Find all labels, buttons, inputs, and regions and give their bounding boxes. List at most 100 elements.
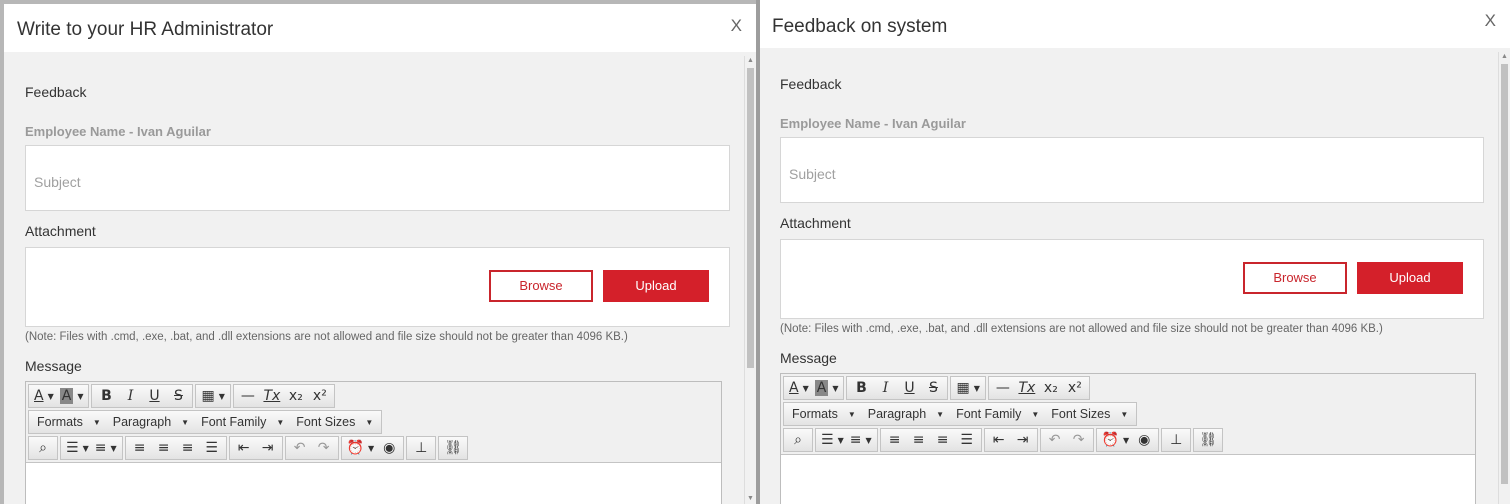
align-center-icon[interactable]: ≡ bbox=[152, 437, 176, 459]
toolbar-row-2: Formats Paragraph Font Family Font Sizes bbox=[28, 410, 383, 434]
undo-icon[interactable]: ↶ bbox=[288, 437, 312, 459]
subscript-icon[interactable]: x₂ bbox=[284, 385, 308, 407]
subject-input[interactable]: Subject bbox=[780, 137, 1484, 203]
dialog-scrollbar[interactable]: ▲ ▼ bbox=[744, 56, 756, 504]
italic-icon[interactable]: I bbox=[118, 385, 142, 407]
bg-color-icon[interactable]: A bbox=[812, 377, 842, 399]
page-break-icon[interactable]: ⊥ bbox=[409, 437, 433, 459]
indent-icon[interactable]: ⇥ bbox=[1011, 429, 1035, 451]
underline-icon[interactable]: U bbox=[897, 377, 921, 399]
close-button[interactable]: X bbox=[731, 16, 742, 36]
link-icon[interactable]: ⛓ bbox=[441, 437, 465, 459]
font-family-dropdown[interactable]: Font Family bbox=[950, 403, 1045, 425]
font-sizes-dropdown[interactable]: Font Sizes bbox=[1045, 403, 1134, 425]
bullet-list-icon[interactable]: ☰ bbox=[63, 437, 92, 459]
bold-icon[interactable]: B bbox=[849, 377, 873, 399]
toolbar-row-1: A A B I U S ▦ — Tx x₂ x² bbox=[28, 384, 335, 408]
preview-icon[interactable]: ◉ bbox=[377, 437, 401, 459]
hr-admin-dialog: Write to your HR Administrator X Feedbac… bbox=[4, 4, 756, 504]
bg-color-glyph: A bbox=[59, 388, 74, 404]
bold-icon[interactable]: B bbox=[94, 385, 118, 407]
toolbar-row-3: ⌕ ☰ ≡ ≡ ≡ ≡ ☰ ⇤ ⇥ ↶ ↷ bbox=[783, 428, 1224, 452]
align-right-icon[interactable]: ≡ bbox=[931, 429, 955, 451]
scroll-up-icon[interactable]: ▲ bbox=[745, 56, 756, 66]
subscript-icon[interactable]: x₂ bbox=[1039, 377, 1063, 399]
numbered-list-icon[interactable]: ≡ bbox=[92, 437, 120, 459]
redo-icon[interactable]: ↷ bbox=[1067, 429, 1091, 451]
table-group: ▦ bbox=[950, 376, 986, 400]
bg-color-glyph: A bbox=[814, 380, 829, 396]
align-justify-icon[interactable]: ☰ bbox=[200, 437, 224, 459]
redo-icon[interactable]: ↷ bbox=[312, 437, 336, 459]
insert-time-icon[interactable]: ⏰ bbox=[344, 437, 378, 459]
hr-icon[interactable]: — bbox=[236, 385, 260, 407]
paragraph-dropdown[interactable]: Paragraph bbox=[862, 403, 950, 425]
insert-group: ⏰ ◉ bbox=[340, 436, 405, 460]
table-icon[interactable]: ▦ bbox=[198, 385, 227, 407]
employee-name-label: Employee Name - Ivan Aguilar bbox=[780, 116, 966, 131]
superscript-icon[interactable]: x² bbox=[308, 385, 332, 407]
clear-format-icon[interactable]: Tx bbox=[1015, 377, 1039, 399]
scroll-up-icon[interactable]: ▲ bbox=[1499, 52, 1510, 62]
formats-dropdown[interactable]: Formats bbox=[31, 411, 107, 433]
message-edit-area[interactable] bbox=[26, 462, 721, 504]
subject-input[interactable]: Subject bbox=[25, 145, 730, 211]
formats-dropdown[interactable]: Formats bbox=[786, 403, 862, 425]
dialog-scrollbar[interactable]: ▲ bbox=[1498, 52, 1510, 504]
align-left-icon[interactable]: ≡ bbox=[128, 437, 152, 459]
attachment-box: Browse Upload bbox=[25, 247, 730, 327]
close-button[interactable]: X bbox=[1485, 11, 1496, 31]
find-icon[interactable]: ⌕ bbox=[31, 437, 55, 459]
pagebreak-group: ⊥ bbox=[406, 436, 437, 460]
paragraph-dropdown[interactable]: Paragraph bbox=[107, 411, 195, 433]
insert-time-icon[interactable]: ⏰ bbox=[1099, 429, 1133, 451]
superscript-icon[interactable]: x² bbox=[1063, 377, 1087, 399]
align-left-icon[interactable]: ≡ bbox=[883, 429, 907, 451]
message-label: Message bbox=[780, 350, 837, 366]
outdent-icon[interactable]: ⇤ bbox=[987, 429, 1011, 451]
scroll-down-icon[interactable]: ▼ bbox=[745, 494, 756, 504]
outdent-icon[interactable]: ⇤ bbox=[232, 437, 256, 459]
page-break-icon[interactable]: ⊥ bbox=[1164, 429, 1188, 451]
hr-icon[interactable]: — bbox=[991, 377, 1015, 399]
table-icon[interactable]: ▦ bbox=[953, 377, 982, 399]
find-group: ⌕ bbox=[28, 436, 58, 460]
align-justify-icon[interactable]: ☰ bbox=[955, 429, 979, 451]
strikethrough-icon[interactable]: S bbox=[166, 385, 190, 407]
align-center-icon[interactable]: ≡ bbox=[907, 429, 931, 451]
text-color-icon[interactable]: A bbox=[31, 385, 57, 407]
align-right-icon[interactable]: ≡ bbox=[176, 437, 200, 459]
toolbar-row-2: Formats Paragraph Font Family Font Sizes bbox=[783, 402, 1138, 426]
text-color-icon[interactable]: A bbox=[786, 377, 812, 399]
find-icon[interactable]: ⌕ bbox=[786, 429, 810, 451]
strikethrough-icon[interactable]: S bbox=[921, 377, 945, 399]
undo-icon[interactable]: ↶ bbox=[1043, 429, 1067, 451]
font-sizes-dropdown[interactable]: Font Sizes bbox=[290, 411, 379, 433]
upload-button[interactable]: Upload bbox=[603, 270, 709, 302]
history-group: ↶ ↷ bbox=[284, 436, 339, 460]
indent-icon[interactable]: ⇥ bbox=[256, 437, 280, 459]
bullet-list-icon[interactable]: ☰ bbox=[818, 429, 847, 451]
numbered-list-icon[interactable]: ≡ bbox=[847, 429, 875, 451]
font-family-dropdown[interactable]: Font Family bbox=[195, 411, 290, 433]
scroll-thumb[interactable] bbox=[747, 68, 754, 368]
preview-icon[interactable]: ◉ bbox=[1132, 429, 1156, 451]
upload-button[interactable]: Upload bbox=[1357, 262, 1463, 294]
scroll-thumb[interactable] bbox=[1501, 64, 1508, 484]
dialog-body: Feedback Employee Name - Ivan Aguilar Su… bbox=[780, 48, 1484, 504]
dialog-header: Write to your HR Administrator X bbox=[4, 4, 756, 52]
toolbar-row-3: ⌕ ☰ ≡ ≡ ≡ ≡ ☰ ⇤ ⇥ ↶ ↷ bbox=[28, 436, 469, 460]
link-icon[interactable]: ⛓ bbox=[1196, 429, 1220, 451]
italic-icon[interactable]: I bbox=[873, 377, 897, 399]
style-group: B I U S bbox=[846, 376, 949, 400]
browse-button[interactable]: Browse bbox=[1243, 262, 1347, 294]
bg-color-icon[interactable]: A bbox=[57, 385, 87, 407]
underline-icon[interactable]: U bbox=[142, 385, 166, 407]
format-selects: Formats Paragraph Font Family Font Sizes bbox=[783, 402, 1138, 426]
browse-button[interactable]: Browse bbox=[489, 270, 593, 302]
message-edit-area[interactable] bbox=[781, 454, 1475, 504]
clear-format-icon[interactable]: Tx bbox=[260, 385, 284, 407]
indent-group: ⇤ ⇥ bbox=[983, 428, 1038, 452]
attachment-label: Attachment bbox=[780, 215, 851, 231]
dialog-title: Feedback on system bbox=[772, 16, 948, 37]
